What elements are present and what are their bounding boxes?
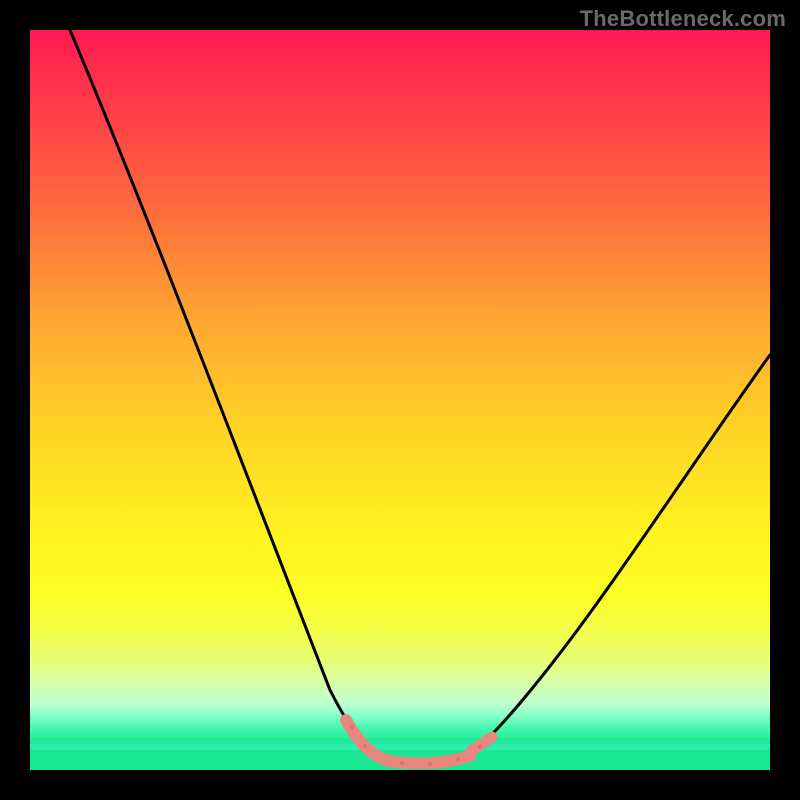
fit-zone-bump [470,737,492,752]
curve-path [70,30,770,763]
bottleneck-curve [30,30,770,770]
watermark-text: TheBottleneck.com [580,6,786,32]
plot-frame [30,30,770,770]
